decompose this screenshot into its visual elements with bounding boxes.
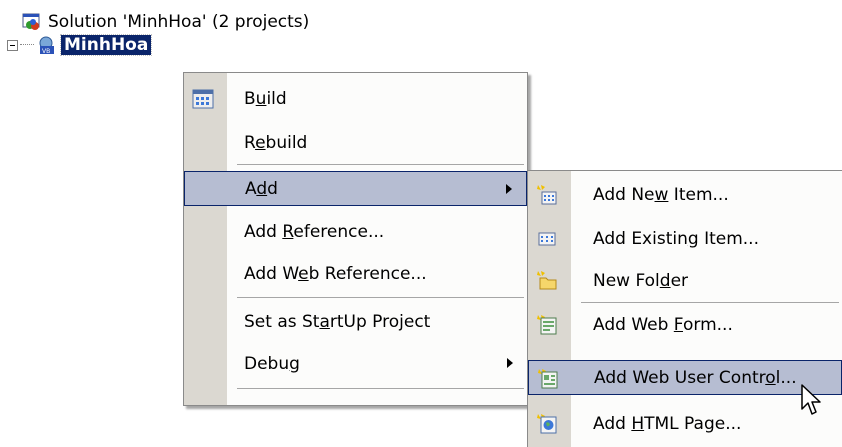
menu-item-rebuild[interactable]: Rebuild bbox=[184, 125, 527, 160]
menu-item-label: Debug bbox=[244, 353, 300, 374]
menu-item-add-reference[interactable]: Add Reference... bbox=[184, 214, 527, 249]
menu-item-label: Add bbox=[245, 178, 278, 199]
collapse-icon[interactable] bbox=[7, 39, 18, 51]
solution-node[interactable]: Solution 'MinhHoa' (2 projects) bbox=[22, 10, 309, 34]
menu-separator bbox=[237, 388, 524, 389]
menu-item-label: Add HTML Page... bbox=[593, 413, 742, 434]
menu-item-label: Add Web Form... bbox=[593, 314, 733, 335]
menu-separator bbox=[237, 164, 524, 165]
solution-icon bbox=[22, 13, 40, 30]
add-web-form-icon bbox=[537, 315, 557, 335]
project-label: MinhHoa bbox=[59, 34, 153, 56]
solution-label: Solution 'MinhHoa' (2 projects) bbox=[48, 12, 310, 32]
menu-item-label: New Folder bbox=[593, 270, 689, 291]
menu-item-label: Add Web Reference... bbox=[244, 263, 427, 284]
context-menu: Build Rebuild Add Add Reference... Add W… bbox=[183, 72, 528, 406]
tree-connector bbox=[20, 44, 34, 46]
menu-item-add-web-reference[interactable]: Add Web Reference... bbox=[184, 256, 527, 291]
menu-item-label: Rebuild bbox=[244, 132, 308, 153]
menu-item-label: Add New Item... bbox=[593, 184, 729, 205]
menu-item-label: Add Web User Control... bbox=[594, 367, 797, 388]
add-new-item-icon bbox=[537, 185, 557, 205]
project-node[interactable]: VB MinhHoa bbox=[2, 33, 153, 57]
build-icon bbox=[192, 89, 214, 109]
menu-item-label: Set as StartUp Project bbox=[244, 311, 431, 332]
menu-item-add-html-page[interactable]: Add HTML Page... bbox=[528, 406, 842, 441]
menu-item-new-folder[interactable]: New Folder bbox=[528, 263, 842, 298]
add-html-page-icon bbox=[537, 414, 557, 434]
add-web-user-control-icon bbox=[538, 369, 558, 389]
add-existing-item-icon bbox=[538, 232, 556, 246]
submenu-arrow-icon bbox=[507, 358, 513, 368]
menu-item-label: Build bbox=[244, 88, 287, 109]
new-folder-icon bbox=[537, 271, 557, 290]
menu-item-label: Add Reference... bbox=[244, 221, 385, 242]
menu-item-add-existing-item[interactable]: Add Existing Item... bbox=[528, 221, 842, 256]
menu-item-set-startup-project[interactable]: Set as StartUp Project bbox=[184, 304, 527, 339]
menu-item-add[interactable]: Add bbox=[184, 171, 527, 206]
menu-item-label: Add Existing Item... bbox=[593, 228, 759, 249]
menu-item-build[interactable]: Build bbox=[184, 81, 527, 116]
submenu-arrow-icon bbox=[506, 184, 512, 194]
menu-item-add-web-form[interactable]: Add Web Form... bbox=[528, 307, 842, 342]
add-submenu: Add New Item... Add Existing Item... New… bbox=[527, 170, 842, 447]
menu-item-add-new-item[interactable]: Add New Item... bbox=[528, 177, 842, 212]
menu-separator bbox=[581, 302, 839, 303]
svg-text:VB: VB bbox=[42, 48, 50, 55]
menu-separator bbox=[237, 297, 524, 298]
mouse-cursor-icon bbox=[801, 384, 821, 415]
vb-project-icon: VB bbox=[39, 36, 54, 55]
menu-item-add-web-user-control[interactable]: Add Web User Control... bbox=[528, 360, 842, 395]
menu-item-debug[interactable]: Debug bbox=[184, 346, 527, 381]
